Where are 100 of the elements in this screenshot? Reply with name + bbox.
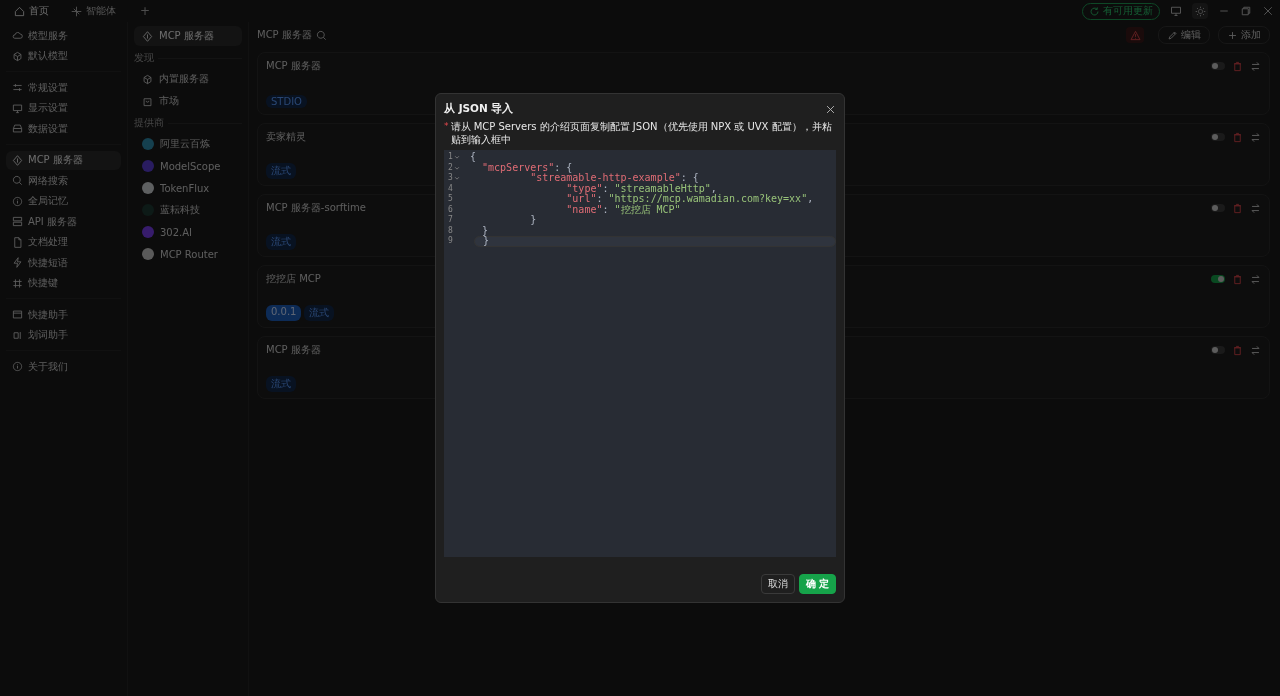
toggle-switch[interactable] [1211, 204, 1225, 212]
provider-logo [142, 248, 154, 260]
trash-icon[interactable] [1232, 344, 1243, 356]
swap-arrows-icon[interactable] [1250, 273, 1261, 285]
code-editor[interactable]: 1 { 2 "mcpServers": { 3 "streamable-http-example": { 4 "type": "streamableHttp", 5 "url": "https://mcp.wamadian.com?key=xx", 6 "name": "挖挖店 MCP" 7 } 8 } 9 } [444, 150, 836, 557]
code-line: "mcpServers": { [481, 162, 573, 173]
swap-arrows-icon[interactable] [1250, 202, 1261, 214]
server-icon [12, 216, 23, 228]
restore-icon[interactable] [1240, 5, 1252, 17]
monitor-icon [12, 102, 23, 114]
cloud-icon [12, 30, 23, 42]
subnav-item[interactable]: ModelScope [134, 156, 242, 176]
line-number: 8 [448, 225, 453, 236]
search-icon[interactable] [315, 29, 327, 41]
refresh-icon [1089, 5, 1100, 17]
sliders-icon [12, 82, 23, 94]
code-line: "streamable-http-example": { [530, 173, 699, 184]
provider-logo [142, 138, 154, 150]
code-line: "name": "挖挖店 MCP" [565, 204, 681, 215]
sparkle-icon [71, 5, 82, 17]
sidebar-item[interactable]: API 服务器 [6, 212, 121, 232]
pencil-icon [1167, 29, 1178, 41]
bolt-icon [12, 257, 23, 269]
tag: STDIO [266, 95, 307, 108]
sidebar-item[interactable]: 快捷助手 [6, 305, 121, 325]
subnav-item[interactable]: TokenFlux [134, 178, 242, 198]
subnav-item[interactable]: MCP Router [134, 244, 242, 264]
provider-logo [142, 182, 154, 194]
code-line: } [529, 215, 538, 226]
tag: 流式 [266, 376, 296, 392]
server-name: MCP 服务器 [266, 343, 321, 357]
subnav-item[interactable]: 302.AI [134, 222, 242, 242]
close-icon[interactable] [825, 103, 836, 115]
swap-arrows-icon[interactable] [1250, 344, 1261, 356]
trash-icon[interactable] [1232, 131, 1243, 143]
dialog-button[interactable]: 取消 [760, 574, 795, 594]
trash-icon[interactable] [1232, 202, 1243, 214]
server-name: MCP 服务器-sorftime [266, 201, 366, 215]
subnav-item[interactable]: 蓝耘科技 [134, 200, 242, 220]
line-number: 4 [448, 183, 453, 194]
warning-button[interactable] [1126, 27, 1144, 43]
info-icon [12, 361, 23, 373]
line-number: 6 [448, 204, 453, 215]
sidebar-item[interactable]: 全局记忆 [6, 191, 121, 211]
subnav-item[interactable]: MCP 服务器 [134, 26, 242, 46]
action-button[interactable]: 添加 [1218, 26, 1270, 44]
sidebar-item[interactable]: 关于我们 [6, 357, 121, 377]
bracket-icon [12, 329, 23, 341]
line-number: 7 [448, 215, 453, 226]
toggle-switch[interactable] [1211, 346, 1225, 354]
server-name: 卖家精灵 [266, 130, 306, 144]
search-icon [12, 175, 23, 187]
sidebar-item[interactable]: 文档处理 [6, 232, 121, 252]
line-number: 9 [448, 236, 453, 247]
swap-arrows-icon[interactable] [1250, 60, 1261, 72]
document-icon [12, 236, 23, 248]
page-title: MCP 服务器 [257, 28, 312, 42]
diamond-icon [142, 30, 153, 42]
code-line: "url": "https://mcp.wamadian.com?key=xx", [565, 194, 815, 205]
required-mark: * [444, 120, 449, 133]
info-icon [12, 195, 23, 207]
dialog-title: 从 JSON 导入 [444, 102, 515, 116]
code-line: } [481, 225, 490, 236]
tag: 流式 [266, 163, 296, 179]
tag: 0.0.1 [266, 305, 302, 321]
window-icon [12, 309, 23, 321]
code-line: "type": "streamableHttp", [566, 183, 717, 194]
toggle-switch[interactable] [1211, 62, 1225, 70]
dialog-button[interactable]: 确 定 [798, 574, 836, 594]
provider-logo [142, 226, 154, 238]
toggle-switch[interactable] [1211, 133, 1225, 141]
settings-button[interactable] [1192, 3, 1208, 19]
line-number: 1 [448, 152, 453, 163]
server-name: MCP 服务器 [266, 59, 321, 73]
line-number: 3 [448, 173, 453, 184]
provider-logo [142, 160, 154, 172]
sidebar-item[interactable]: 划词助手 [6, 325, 121, 345]
toggle-switch[interactable] [1211, 275, 1225, 283]
instruction-text: 请从 MCP Servers 的介绍页面复制配置 JSON（优先使用 NPX 或 UVX 配置），并粘贴到输入框中 [450, 120, 833, 146]
cube-icon [12, 50, 23, 62]
monitor-icon[interactable] [1170, 5, 1182, 17]
sidebar-item[interactable]: 网络搜索 [6, 171, 121, 191]
sidebar-item[interactable]: MCP 服务器 [6, 150, 121, 170]
cube-icon [142, 73, 153, 85]
code-line: { [470, 152, 478, 163]
swap-arrows-icon[interactable] [1250, 131, 1261, 143]
tag: 流式 [266, 234, 296, 250]
code-line: } [474, 236, 836, 247]
line-number: 5 [448, 194, 453, 205]
trash-icon[interactable] [1232, 60, 1243, 72]
bag-icon [142, 95, 153, 107]
sidebar-item[interactable]: 快捷键 [6, 273, 121, 293]
server-name: 挖挖店 MCP [266, 272, 321, 286]
tab[interactable]: 首页 [10, 2, 53, 20]
trash-icon[interactable] [1232, 273, 1243, 285]
action-button[interactable]: 编辑 [1158, 26, 1210, 44]
subnav-item[interactable]: 市场 [134, 91, 242, 111]
hash-icon [12, 277, 23, 289]
sidebar-item[interactable]: 快捷短语 [6, 253, 121, 273]
new-tab-button[interactable]: + [140, 4, 151, 18]
